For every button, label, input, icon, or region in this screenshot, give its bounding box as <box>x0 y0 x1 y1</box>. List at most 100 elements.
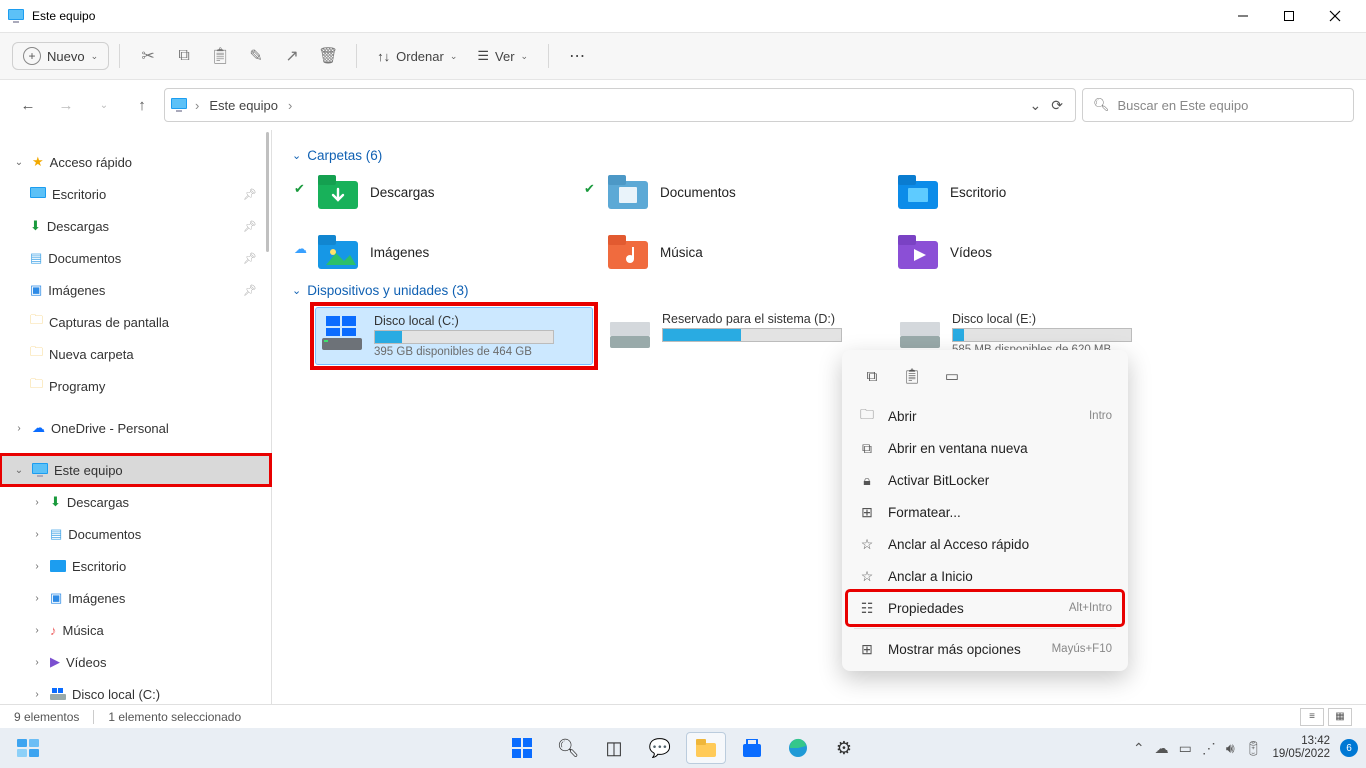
drive-icon <box>50 688 66 700</box>
share-icon[interactable]: ↗ <box>274 38 310 74</box>
search-input[interactable]: 🔍︎ Buscar en Este equipo <box>1082 88 1354 122</box>
start-button[interactable] <box>502 732 542 764</box>
cut-icon[interactable]: ✂ <box>130 38 166 74</box>
tree-this-pc[interactable]: ⌄ Este equipo <box>0 454 271 486</box>
title-bar: Este equipo <box>0 0 1366 32</box>
status-selected: 1 elemento seleccionado <box>108 710 241 724</box>
folder-downloads[interactable]: ✔ Descargas <box>314 171 594 213</box>
details-view-button[interactable]: ≡ <box>1300 708 1324 726</box>
chat-button[interactable]: 💬 <box>640 732 680 764</box>
maximize-button[interactable] <box>1266 0 1312 32</box>
wifi-icon[interactable]: ⋰ <box>1202 740 1216 757</box>
desktop-icon <box>898 175 938 209</box>
close-button[interactable] <box>1312 0 1358 32</box>
tray-expand-icon[interactable]: ⌃ <box>1133 740 1145 757</box>
ctx-format[interactable]: ⊞ Formatear... <box>848 496 1122 528</box>
view-icon: ☰ <box>477 48 489 64</box>
notification-badge[interactable]: 6 <box>1340 739 1358 757</box>
tree-pc-desktop[interactable]: ›Escritorio <box>0 550 271 582</box>
rename-icon[interactable]: ✎ <box>238 38 274 74</box>
battery-icon[interactable]: 🔋︎ <box>1245 740 1263 757</box>
search-button[interactable]: 🔍︎ <box>548 732 588 764</box>
tree-documents[interactable]: ▤ Documentos 📌︎ <box>0 242 271 274</box>
desktop-icon <box>30 187 46 201</box>
group-drives[interactable]: ⌄ Dispositivos y unidades (3) <box>292 283 1346 298</box>
delete-icon[interactable]: 🗑︎ <box>310 38 346 74</box>
explorer-button[interactable] <box>686 732 726 764</box>
taskbar: 🔍︎ ◫ 💬 ⚙ ⌃ ☁ ▭ ⋰ 🔊︎ 🔋︎ 13:42 19/05/2022 … <box>0 728 1366 768</box>
tree-pc-music[interactable]: ›♪Música <box>0 614 271 646</box>
folder-pictures[interactable]: ☁ Imágenes <box>314 231 594 273</box>
tree-pc-disk-c[interactable]: ›Disco local (C:) <box>0 678 271 710</box>
tree-screenshots[interactable]: 🗀 Capturas de pantalla <box>0 306 271 338</box>
drive-c-highlight: Disco local (C:) 395 GB disponibles de 4… <box>314 306 594 366</box>
breadcrumb[interactable]: Este equipo <box>207 98 280 113</box>
tree-pc-pictures[interactable]: ›▣Imágenes <box>0 582 271 614</box>
tree-pc-videos[interactable]: ›▶Vídeos <box>0 646 271 678</box>
sync-icon: ✔ <box>584 181 595 197</box>
edge-button[interactable] <box>778 732 818 764</box>
properties-icon: ☷ <box>858 600 876 617</box>
tree-desktop[interactable]: Escritorio 📌︎ <box>0 178 271 210</box>
thispc-icon <box>8 9 24 23</box>
tree-programy[interactable]: 🗀 Programy <box>0 370 271 402</box>
ctx-open-new-window[interactable]: ⧉ Abrir en ventana nueva <box>848 432 1122 464</box>
language-tray-icon[interactable]: ▭ <box>1179 740 1192 757</box>
forward-button[interactable]: → <box>50 89 82 121</box>
drive-c[interactable]: Disco local (C:) 395 GB disponibles de 4… <box>316 308 592 364</box>
explorer-window: Este equipo + Nuevo ⌄ ✂ ⧉ 📋︎ ✎ ↗ 🗑︎ <box>0 0 1366 728</box>
ctx-pin-quick[interactable]: ☆ Anclar al Acceso rápido <box>848 528 1122 560</box>
thumb-view-button[interactable]: ▦ <box>1328 708 1352 726</box>
settings-button[interactable]: ⚙ <box>824 732 864 764</box>
lock-icon: 🔒︎ <box>858 472 876 489</box>
address-chevron-down-icon[interactable]: ⌄ <box>1030 97 1042 114</box>
group-folders[interactable]: ⌄ Carpetas (6) <box>292 148 1346 163</box>
paste-icon[interactable]: 📋︎ <box>202 38 238 74</box>
folder-videos[interactable]: Vídeos <box>894 231 1174 273</box>
tree-pc-downloads[interactable]: ›⬇Descargas <box>0 486 271 518</box>
view-button[interactable]: ☰ Ver ⌄ <box>467 48 538 64</box>
tree-quick-access[interactable]: ⌄ ★ Acceso rápido <box>0 146 271 178</box>
new-button[interactable]: + Nuevo ⌄ <box>12 42 109 70</box>
tree-downloads[interactable]: ⬇ Descargas 📌︎ <box>0 210 271 242</box>
folder-desktop[interactable]: Escritorio <box>894 171 1174 213</box>
ctx-pin-start[interactable]: ☆ Anclar a Inicio <box>848 560 1122 592</box>
ctx-open[interactable]: 🗀 Abrir Intro <box>848 400 1122 432</box>
ctx-paste-icon[interactable]: 📋︎ <box>894 360 930 392</box>
folder-music[interactable]: Música <box>604 231 884 273</box>
tree-newfolder[interactable]: 🗀 Nueva carpeta <box>0 338 271 370</box>
refresh-icon[interactable]: ⟳ <box>1051 97 1063 114</box>
back-button[interactable]: ← <box>12 89 44 121</box>
sort-button[interactable]: ↑↓ Ordenar ⌄ <box>367 49 467 64</box>
video-icon <box>898 235 938 269</box>
thispc-icon <box>32 463 48 477</box>
new-label: Nuevo <box>47 49 85 64</box>
drive-e-label: Disco local (E:) <box>952 312 1168 326</box>
clock[interactable]: 13:42 19/05/2022 <box>1272 735 1330 760</box>
folder-documents[interactable]: ✔ Documentos <box>604 171 884 213</box>
pin-icon: ☆ <box>858 568 876 585</box>
tree-onedrive[interactable]: › ☁ OneDrive - Personal <box>0 412 271 444</box>
ctx-bitlocker[interactable]: 🔒︎ Activar BitLocker <box>848 464 1122 496</box>
ctx-more-options[interactable]: ⊞ Mostrar más opciones Mayús+F10 <box>848 633 1122 665</box>
folder-icon: 🗀 <box>30 375 43 397</box>
download-icon: ⬇ <box>30 218 41 234</box>
tree-pc-documents[interactable]: ›▤Documentos <box>0 518 271 550</box>
taskview-button[interactable]: ◫ <box>594 732 634 764</box>
ctx-properties[interactable]: ☷ Propiedades Alt+Intro <box>848 592 1122 624</box>
drive-d-bar <box>662 328 842 342</box>
up-button[interactable]: ↑ <box>126 89 158 121</box>
onedrive-tray-icon[interactable]: ☁ <box>1155 740 1169 757</box>
address-bar[interactable]: › Este equipo › ⌄ ⟳ <box>164 88 1076 122</box>
volume-icon[interactable]: 🔊︎ <box>1226 740 1235 757</box>
store-button[interactable] <box>732 732 772 764</box>
minimize-button[interactable] <box>1220 0 1266 32</box>
ctx-copy-icon[interactable]: ⧉ <box>854 360 890 392</box>
widgets-button[interactable] <box>8 733 48 763</box>
chevron-down-icon: ⌄ <box>91 51 99 62</box>
recent-dropdown[interactable]: ⌄ <box>88 89 120 121</box>
tree-pictures[interactable]: ▣ Imágenes 📌︎ <box>0 274 271 306</box>
ctx-rename-icon[interactable]: ▭ <box>934 360 970 392</box>
more-icon[interactable]: ⋯ <box>559 38 595 74</box>
copy-icon[interactable]: ⧉ <box>166 38 202 74</box>
